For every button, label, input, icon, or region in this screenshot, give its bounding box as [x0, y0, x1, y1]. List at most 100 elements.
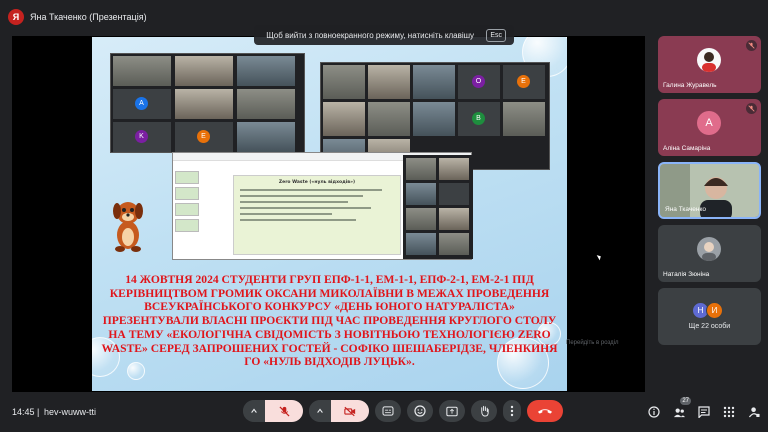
presenter-chip: Я Яна Ткаченко (Презентація) [8, 9, 147, 25]
presenter-name: Яна Ткаченко (Презентація) [30, 12, 147, 22]
participant-video [413, 102, 455, 136]
camera-off-icon [344, 406, 356, 416]
participant-video [237, 56, 295, 86]
mic-off-icon [746, 103, 757, 114]
chevron-up-icon [317, 408, 323, 413]
mic-off-icon [746, 40, 757, 51]
participant-tile [439, 183, 469, 205]
participant-name: Галина Журавель [663, 82, 717, 89]
participant-tile: E [175, 122, 233, 152]
participant-video [406, 183, 436, 205]
chat-button[interactable] [696, 404, 712, 420]
lock-person-icon [748, 407, 760, 418]
presentation-slide: A K E O E B Zero Waste («нуль відходів») [92, 37, 567, 391]
people-icon [673, 408, 685, 417]
doc-page: Zero Waste («нуль відходів») [233, 175, 401, 255]
participant-video [113, 56, 171, 86]
participant-video [406, 233, 436, 255]
hand-icon [480, 405, 489, 417]
letter-avatar: K [135, 130, 148, 143]
more-avatars: Н И [692, 302, 723, 319]
chevron-up-icon [251, 408, 257, 413]
participant-name: Наталія Зюніна [663, 271, 710, 278]
participant-video [368, 102, 410, 136]
participant-video [237, 122, 295, 152]
letter-avatar: A [135, 97, 148, 110]
letter-avatar: E [197, 130, 210, 143]
more-options-button[interactable] [503, 400, 521, 422]
participant-count-badge: 27 [680, 397, 691, 405]
cartoon-dog-illustration [113, 202, 143, 252]
emoji-icon [414, 405, 426, 417]
call-controls [243, 400, 563, 422]
doc-title: Zero Waste («нуль відходів») [278, 180, 356, 185]
participant-video [323, 102, 365, 136]
mic-options-button[interactable] [243, 400, 265, 422]
participant-tile-yana[interactable]: Яна Ткаченко [658, 162, 761, 219]
present-button[interactable] [439, 400, 465, 422]
mic-off-icon [278, 405, 290, 417]
participant-video [439, 233, 469, 255]
participants-panel: Галина Журавель А Аліна Самаріна Яна Тка… [658, 36, 761, 351]
raise-hand-button[interactable] [471, 400, 497, 422]
microphone-control [243, 400, 303, 422]
chat-icon [698, 406, 710, 418]
bottom-bar: 14:45 | hev-wuww-tti 27 [0, 394, 768, 432]
present-screen-icon [446, 406, 458, 416]
participant-video [439, 208, 469, 230]
participant-video [175, 56, 233, 86]
participant-tile: K [113, 122, 171, 152]
presenter-avatar: Я [8, 9, 24, 25]
meeting-screenshot-left: A K E [110, 53, 305, 153]
leave-call-button[interactable] [527, 400, 563, 422]
camera-options-button[interactable] [309, 400, 331, 422]
participant-video [503, 102, 545, 136]
fullscreen-toast: Щоб вийти з повноекранного режиму, натис… [254, 25, 514, 45]
doc-thumbnails [175, 171, 201, 251]
person-photo-icon [702, 52, 716, 72]
participant-video [406, 158, 436, 180]
participant-tile: A [113, 89, 171, 119]
participant-tile: E [503, 65, 545, 99]
letter-avatar: E [517, 75, 530, 88]
mic-toggle-button[interactable] [265, 400, 303, 422]
camera-toggle-button[interactable] [331, 400, 369, 422]
activities-button[interactable] [721, 404, 737, 420]
participant-tile-alina[interactable]: А Аліна Самаріна [658, 99, 761, 156]
fullscreen-toast-text: Щоб вийти з повноекранного режиму, натис… [266, 30, 475, 40]
meeting-code: hev-wuww-tti [44, 407, 97, 417]
participant-video [368, 65, 410, 99]
meeting-details-button[interactable] [646, 404, 662, 420]
people-button[interactable]: 27 [671, 397, 691, 420]
captions-icon [382, 406, 394, 416]
host-controls-button[interactable] [746, 404, 762, 420]
apps-grid-icon [723, 406, 735, 418]
reactions-button[interactable] [407, 400, 433, 422]
info-icon [648, 406, 660, 418]
letter-avatar: O [472, 75, 485, 88]
participant-name: Аліна Самаріна [663, 145, 711, 152]
participant-video [323, 65, 365, 99]
participant-tile: O [458, 65, 500, 99]
participant-video [406, 208, 436, 230]
participant-tile-galyna[interactable]: Галина Журавель [658, 36, 761, 93]
separator: | [37, 407, 40, 417]
meeting-clock: 14:45 [12, 407, 35, 417]
avatar: И [706, 302, 723, 319]
esc-key-hint: Esc [486, 28, 506, 42]
camera-control [309, 400, 369, 422]
more-vert-icon [510, 405, 514, 417]
participant-video [175, 89, 233, 119]
participant-name: Яна Ткаченко [665, 206, 706, 213]
avatar [697, 237, 721, 261]
captions-button[interactable] [375, 400, 401, 422]
participant-video [413, 65, 455, 99]
right-toolbar: 27 [646, 397, 762, 420]
letter-avatar: B [472, 112, 485, 125]
participant-video [439, 158, 469, 180]
shared-document-screenshot: Zero Waste («нуль відходів») [172, 152, 473, 260]
participant-tile-natalia[interactable]: Наталія Зюніна [658, 225, 761, 282]
avatar [697, 48, 721, 72]
participant-tile: B [458, 102, 500, 136]
more-participants-tile[interactable]: Н И Ще 22 особи [658, 288, 761, 345]
